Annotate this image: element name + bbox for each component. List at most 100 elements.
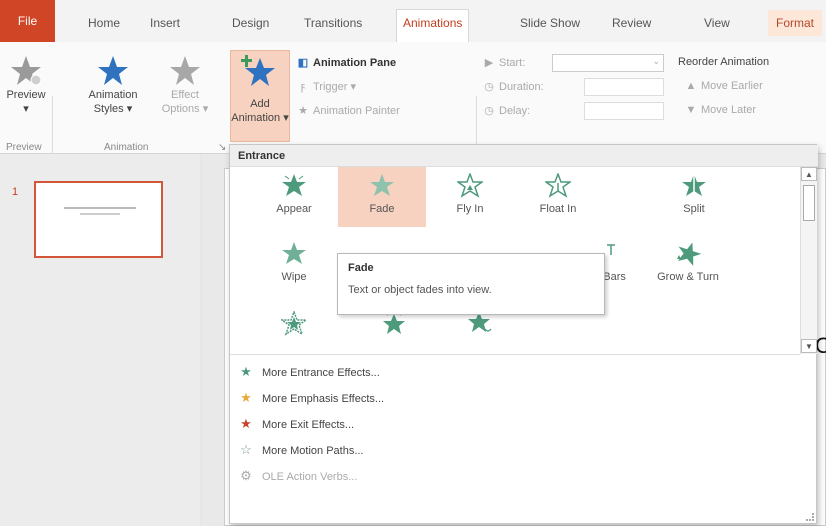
ribbon: Preview ▾ Preview Animation Styles ▾ Eff… <box>0 42 826 192</box>
effect-fade-label: Fade <box>369 203 395 215</box>
preview-arrow: ▾ <box>23 103 29 115</box>
start-dropdown-chevron-icon: ⌄ <box>652 56 660 66</box>
scroll-up-arrow-icon[interactable]: ▲ <box>801 167 817 181</box>
duration-stepper[interactable] <box>584 78 664 96</box>
animation-styles-star-icon <box>98 56 128 85</box>
effect-wipe[interactable]: Wipe <box>250 235 338 295</box>
animation-dialog-launcher-icon[interactable]: ↘ <box>218 142 226 153</box>
effect-appear[interactable]: Appear <box>250 167 338 227</box>
start-label-row: ▶ Start: <box>482 56 526 69</box>
move-later-arrow-icon: ▼ <box>685 104 697 116</box>
exit-star-icon: ★ <box>240 416 252 431</box>
ole-action-verbs-label: OLE Action Verbs... <box>262 471 358 483</box>
tab-insert[interactable]: Insert <box>150 10 180 36</box>
ribbon-tab-bar: File Home Insert Design Transitions Anim… <box>0 0 826 42</box>
start-label: Start: <box>499 57 526 69</box>
more-motion-paths[interactable]: ☆ More Motion Paths... <box>238 439 364 461</box>
effect-float-in[interactable]: Float In <box>514 167 602 227</box>
fade-tooltip: Fade Text or object fades into view. <box>337 253 605 315</box>
tab-transitions[interactable]: Transitions <box>304 10 362 36</box>
animation-painter-button[interactable]: ★ Animation Painter <box>296 104 400 117</box>
effect-grow-turn-label: Grow & Turn <box>657 271 719 283</box>
split-star-icon <box>682 174 706 196</box>
gallery-scrollbar[interactable]: ▲ ▼ <box>800 167 817 354</box>
grow-turn-star-icon <box>677 242 702 266</box>
add-animation-label-1: Add <box>250 98 270 110</box>
effect-float-in-label: Float In <box>539 203 577 215</box>
move-earlier-arrow-icon: ▲ <box>685 80 697 92</box>
delay-label-row: ◷ Delay: <box>482 104 530 117</box>
group-label-preview: Preview <box>6 142 42 153</box>
start-icon: ▶ <box>484 57 494 69</box>
move-later-label: Move Later <box>701 104 757 116</box>
appear-star-icon <box>282 174 306 196</box>
scroll-thumb[interactable] <box>803 185 815 221</box>
more-motion-paths-label: More Motion Paths... <box>262 445 364 457</box>
preview-label: Preview <box>6 89 46 101</box>
effect-fly-in-label: Fly In <box>456 203 484 215</box>
ole-gear-icon: ⚙ <box>240 468 252 483</box>
effect-grow-turn[interactable]: Grow & Turn <box>644 235 732 295</box>
group-label-animation: Animation <box>104 142 149 153</box>
effect-appear-label: Appear <box>276 203 312 215</box>
effect-split-label: Split <box>683 203 705 215</box>
animation-painter-icon: ★ <box>298 105 308 117</box>
tab-animations[interactable]: Animations <box>396 9 470 42</box>
tab-design[interactable]: Design <box>232 10 269 36</box>
animation-pane-button[interactable]: ◧ Animation Pane <box>296 56 396 69</box>
tab-review[interactable]: Review <box>612 10 651 36</box>
animation-painter-label: Animation Painter <box>313 105 400 117</box>
duration-label: Duration: <box>499 81 544 93</box>
thumbnail-title-line <box>64 207 136 209</box>
effect-fly-in[interactable]: Fly In <box>426 167 514 227</box>
scroll-down-arrow-icon[interactable]: ▼ <box>801 339 817 353</box>
animation-styles-button[interactable]: Animation Styles ▾ <box>76 54 150 116</box>
tab-format[interactable]: Format <box>768 10 823 36</box>
animation-styles-label-1: Animation <box>88 89 138 101</box>
more-exit-effects-label: More Exit Effects... <box>262 419 355 431</box>
preview-button[interactable]: Preview ▾ <box>2 54 50 116</box>
more-entrance-effects[interactable]: ★ More Entrance Effects... <box>238 361 380 383</box>
move-earlier-button[interactable]: ▲ Move Earlier <box>684 80 763 92</box>
add-animation-gallery: Entrance Appear Fade Fly In Float In Spl… <box>229 144 818 524</box>
effect-zoom[interactable] <box>250 305 338 351</box>
slide-thumbnail[interactable] <box>34 181 163 258</box>
tab-slideshow[interactable]: Slide Show <box>520 10 580 36</box>
entrance-section-header: Entrance <box>230 145 818 167</box>
start-dropdown[interactable]: ⌄ <box>552 54 664 72</box>
tab-view[interactable]: View <box>704 10 730 36</box>
effect-wipe-label: Wipe <box>281 271 307 283</box>
add-animation-button[interactable]: Add Animation ▾ <box>230 50 290 142</box>
move-later-button[interactable]: ▼ Move Later <box>684 104 756 116</box>
fade-star-icon <box>370 174 394 196</box>
thumbnail-subtitle-line <box>80 213 120 215</box>
delay-stepper[interactable] <box>584 102 664 120</box>
move-earlier-label: Move Earlier <box>701 80 763 92</box>
preview-star-icon <box>11 56 42 86</box>
more-emphasis-effects[interactable]: ★ More Emphasis Effects... <box>238 387 384 409</box>
trigger-label: Trigger ▾ <box>313 81 357 93</box>
entrance-star-icon: ★ <box>240 364 252 379</box>
reorder-title: Reorder Animation <box>678 56 770 68</box>
effect-options-label-1: Effect <box>171 89 199 101</box>
animation-pane-icon: ◧ <box>297 57 309 69</box>
gallery-resize-grip-icon[interactable] <box>806 513 814 521</box>
effect-fade[interactable]: Fade <box>338 167 426 227</box>
more-entrance-effects-label: More Entrance Effects... <box>262 367 380 379</box>
duration-clock-icon: ◷ <box>484 81 494 93</box>
emphasis-star-icon: ★ <box>240 390 252 405</box>
animation-pane-label: Animation Pane <box>313 57 397 69</box>
animation-styles-label-2: Styles ▾ <box>93 103 133 115</box>
delay-clock-icon: ◷ <box>484 105 494 117</box>
fly-in-star-icon <box>457 173 483 198</box>
tab-home[interactable]: Home <box>88 10 120 36</box>
more-exit-effects[interactable]: ★ More Exit Effects... <box>238 413 354 435</box>
gallery-divider <box>230 354 800 355</box>
trigger-button[interactable]: ϝ Trigger ▾ <box>296 80 356 93</box>
float-in-star-icon <box>545 173 571 198</box>
ole-action-verbs[interactable]: ⚙ OLE Action Verbs... <box>238 465 357 487</box>
effect-split[interactable]: Split <box>650 167 738 227</box>
more-emphasis-effects-label: More Emphasis Effects... <box>262 393 385 405</box>
tab-file[interactable]: File <box>0 0 55 42</box>
effect-options-button[interactable]: Effect Options ▾ <box>150 54 220 116</box>
